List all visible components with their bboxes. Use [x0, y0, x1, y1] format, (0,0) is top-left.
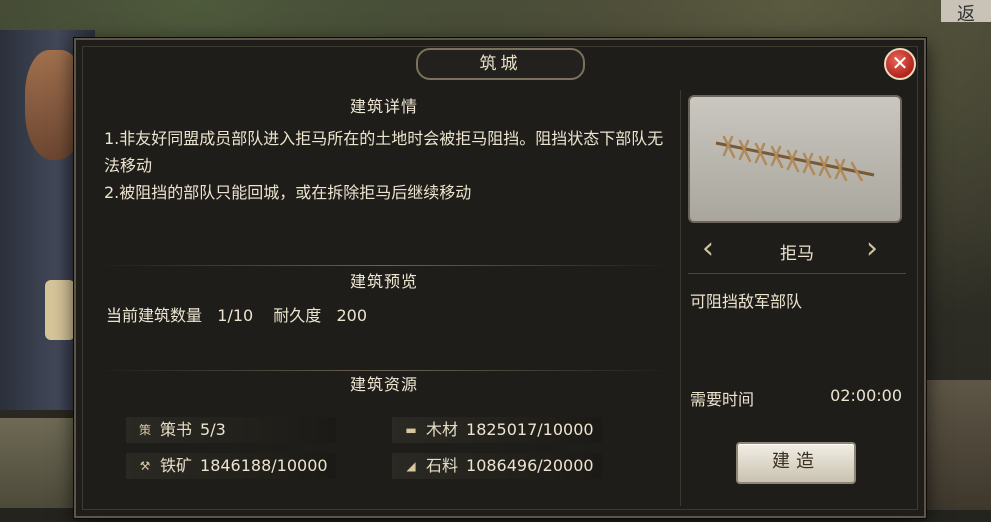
building-count-value: 1/10 [217, 306, 254, 325]
resources-title: 建筑资源 [349, 375, 418, 394]
build-button[interactable]: 建造 [736, 442, 856, 484]
resource-value: 1086496/20000 [466, 456, 594, 475]
resource-label: 策书 [160, 420, 193, 439]
dialog-title: 筑城 [416, 48, 585, 80]
wood-icon: ▬ [405, 423, 417, 437]
resource-wood: ▬ 木材 1825017/10000 [392, 417, 602, 443]
building-description: 可阻挡敌军部队 [690, 292, 803, 311]
durability-label: 耐久度 [273, 306, 322, 325]
build-fortification-dialog: 筑城 ✕ 建筑详情 1.非友好同盟成员部队进入拒马所在的土地时会被拒马阻挡。阻挡… [74, 38, 926, 518]
chevron-right-icon: › [866, 231, 878, 266]
divider [96, 265, 672, 266]
resource-label: 铁矿 [160, 456, 193, 475]
next-building-button[interactable]: › [866, 234, 884, 265]
building-count-label: 当前建筑数量 [106, 306, 203, 325]
resource-value: 1825017/10000 [466, 420, 594, 439]
building-selector-panel: ‹ 拒马 › 可阻挡敌军部队 需要时间 02:00:00 建造 [688, 95, 906, 505]
preview-stats: 当前建筑数量 1/10 耐久度 200 [96, 294, 672, 370]
resource-value: 1846188/10000 [200, 456, 328, 475]
details-title: 建筑详情 [349, 97, 418, 116]
scroll-prop [45, 280, 75, 340]
details-text: 1.非友好同盟成员部队进入拒马所在的土地时会被拒马阻挡。阻挡状态下部队无法移动 … [96, 119, 672, 265]
preview-title: 建筑预览 [349, 272, 418, 291]
close-icon: ✕ [891, 51, 909, 75]
divider [96, 370, 672, 371]
close-button[interactable]: ✕ [884, 48, 916, 80]
resource-label: 石料 [426, 456, 459, 475]
chevaux-de-frise-icon [715, 135, 875, 181]
resource-value: 5/3 [200, 420, 226, 439]
building-switcher: ‹ 拒马 › [688, 229, 906, 274]
return-button[interactable]: 返 [941, 0, 991, 25]
durability-value: 200 [336, 306, 368, 325]
stone-icon: ◢ [406, 459, 416, 473]
detail-line-1: 1.非友好同盟成员部队进入拒马所在的土地时会被拒马阻挡。阻挡状态下部队无法移动 [104, 129, 664, 175]
building-image [688, 95, 902, 223]
resource-grid: 策 策书 5/3 ▬ 木材 1825017/10000 ⚒ 铁矿 1846188… [96, 397, 672, 497]
resource-stone: ◢ 石料 1086496/20000 [392, 453, 602, 479]
resource-label: 木材 [426, 420, 459, 439]
detail-line-2: 2.被阻挡的部队只能回城，或在拆除拒马后继续移动 [104, 183, 472, 202]
iron-ore-icon: ⚒ [139, 459, 151, 473]
resource-strategy-book: 策 策书 5/3 [126, 417, 336, 443]
build-time: 需要时间 02:00:00 [688, 386, 906, 410]
time-label: 需要时间 [690, 390, 755, 409]
time-value: 02:00:00 [830, 386, 902, 405]
resource-iron: ⚒ 铁矿 1846188/10000 [126, 453, 336, 479]
strategy-book-icon: 策 [138, 423, 151, 437]
building-info-panel: 建筑详情 1.非友好同盟成员部队进入拒马所在的土地时会被拒马阻挡。阻挡状态下部队… [96, 95, 672, 505]
panel-separator [680, 90, 681, 506]
